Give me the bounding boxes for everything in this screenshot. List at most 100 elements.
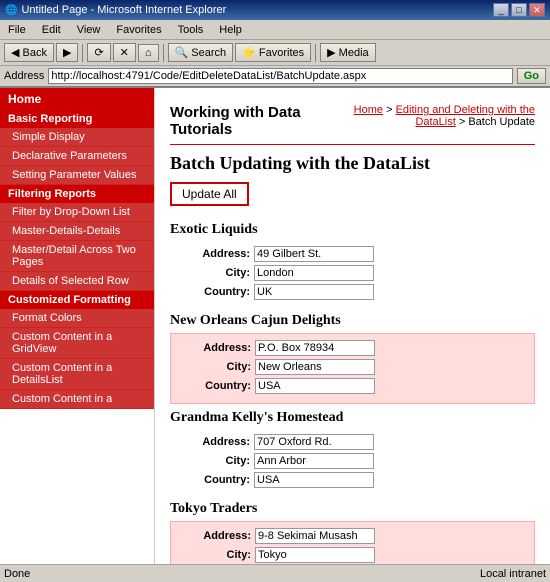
ie-icon: 🌐 <box>5 5 17 16</box>
breadcrumb-home[interactable]: Home <box>354 104 383 116</box>
country-input-3[interactable] <box>254 472 374 488</box>
address-input-2[interactable] <box>255 340 375 356</box>
supplier-block-3: Address: City: Country: <box>170 430 535 495</box>
sidebar-home[interactable]: Home <box>0 88 154 110</box>
go-button[interactable]: Go <box>517 68 546 84</box>
country-label-3: Country: <box>180 474 250 486</box>
supplier-block-2: Address: City: Country: <box>170 333 535 404</box>
sidebar-section-basic: Basic Reporting <box>0 110 154 128</box>
sidebar: Home Basic Reporting Simple Display Decl… <box>0 88 155 564</box>
address-label-4: Address: <box>181 530 251 542</box>
address-label: Address <box>4 70 44 82</box>
country-row-3: Country: <box>180 472 525 488</box>
menu-favorites[interactable]: Favorites <box>112 22 165 38</box>
country-row-1: Country: <box>180 284 525 300</box>
sidebar-item-master-details[interactable]: Master-Details-Details <box>0 222 154 241</box>
title-bar: 🌐 Untitled Page - Microsoft Internet Exp… <box>0 0 550 20</box>
page-title: Batch Updating with the DataList <box>170 153 535 174</box>
city-input-3[interactable] <box>254 453 374 469</box>
minimize-button[interactable]: _ <box>493 3 509 17</box>
country-input-1[interactable] <box>254 284 374 300</box>
city-label-4: City: <box>181 549 251 561</box>
sidebar-item-custom-gridview[interactable]: Custom Content in a GridView <box>0 328 154 359</box>
close-button[interactable]: ✕ <box>529 3 545 17</box>
toolbar-sep-1 <box>82 44 83 62</box>
sidebar-item-declarative-parameters[interactable]: Declarative Parameters <box>0 147 154 166</box>
address-label-3: Address: <box>180 436 250 448</box>
city-row-2: City: <box>181 359 524 375</box>
address-input-4[interactable] <box>255 528 375 544</box>
country-row-2: Country: <box>181 378 524 394</box>
address-input[interactable] <box>48 68 512 84</box>
supplier-block-4: Address: City: <box>170 521 535 564</box>
country-label-2: Country: <box>181 380 251 392</box>
city-row-4: City: <box>181 547 524 563</box>
menu-file[interactable]: File <box>4 22 30 38</box>
supplier-name-3: Grandma Kelly's Homestead <box>170 410 535 426</box>
site-title: Working with Data Tutorials <box>170 104 314 138</box>
city-input-1[interactable] <box>254 265 374 281</box>
country-label-1: Country: <box>180 286 250 298</box>
supplier-block-1: Address: City: Country: <box>170 242 535 307</box>
toolbar-sep-2 <box>163 44 164 62</box>
address-row-3: Address: <box>180 434 525 450</box>
country-input-2[interactable] <box>255 378 375 394</box>
page-header-area: Working with Data Tutorials Home > Editi… <box>170 98 535 145</box>
page-content: Home Basic Reporting Simple Display Decl… <box>0 88 550 564</box>
sidebar-item-selected-row[interactable]: Details of Selected Row <box>0 272 154 291</box>
supplier-name-4: Tokyo Traders <box>170 501 535 517</box>
supplier-name-1: Exotic Liquids <box>170 222 535 238</box>
menu-edit[interactable]: Edit <box>38 22 65 38</box>
address-bar: Address Go <box>0 66 550 88</box>
address-input-1[interactable] <box>254 246 374 262</box>
address-label-1: Address: <box>180 248 250 260</box>
sidebar-item-custom-detailsview[interactable]: Custom Content in a DetailsList <box>0 359 154 390</box>
window-controls[interactable]: _ □ ✕ <box>493 3 545 17</box>
toolbar-sep-3 <box>315 44 316 62</box>
city-label-1: City: <box>180 267 250 279</box>
city-row-3: City: <box>180 453 525 469</box>
menu-help[interactable]: Help <box>215 22 246 38</box>
stop-button[interactable]: ✕ <box>113 43 136 62</box>
forward-button[interactable]: ▶ <box>56 43 78 62</box>
city-input-4[interactable] <box>255 547 375 563</box>
window-title: Untitled Page - Microsoft Internet Explo… <box>21 4 226 16</box>
favorites-button[interactable]: ⭐ Favorites <box>235 43 311 62</box>
sidebar-section-formatting: Customized Formatting <box>0 291 154 309</box>
refresh-button[interactable]: ⟳ <box>87 43 110 62</box>
address-row-4: Address: <box>181 528 524 544</box>
back-button[interactable]: ◀ Back <box>4 43 54 62</box>
search-button[interactable]: 🔍 Search <box>168 43 234 62</box>
sidebar-item-master-detail-pages[interactable]: Master/Detail Across Two Pages <box>0 241 154 272</box>
address-label-2: Address: <box>181 342 251 354</box>
toolbar: ◀ Back ▶ ⟳ ✕ ⌂ 🔍 Search ⭐ Favorites ▶ Me… <box>0 40 550 66</box>
city-input-2[interactable] <box>255 359 375 375</box>
sidebar-item-setting-parameter[interactable]: Setting Parameter Values <box>0 166 154 185</box>
status-bar: Done Local intranet <box>0 564 550 582</box>
sidebar-item-format-colors[interactable]: Format Colors <box>0 309 154 328</box>
address-input-3[interactable] <box>254 434 374 450</box>
address-row-2: Address: <box>181 340 524 356</box>
maximize-button[interactable]: □ <box>511 3 527 17</box>
sidebar-item-custom-other[interactable]: Custom Content in a <box>0 390 154 409</box>
menu-view[interactable]: View <box>73 22 105 38</box>
menu-tools[interactable]: Tools <box>174 22 208 38</box>
sidebar-item-filter-dropdown[interactable]: Filter by Drop-Down List <box>0 203 154 222</box>
sidebar-item-simple-display[interactable]: Simple Display <box>0 128 154 147</box>
city-label-3: City: <box>180 455 250 467</box>
media-button[interactable]: ▶ Media <box>320 43 375 62</box>
city-label-2: City: <box>181 361 251 373</box>
main-content: Working with Data Tutorials Home > Editi… <box>155 88 550 564</box>
status-text: Done <box>4 568 30 580</box>
address-row-1: Address: <box>180 246 525 262</box>
supplier-name-2: New Orleans Cajun Delights <box>170 313 535 329</box>
city-row-1: City: <box>180 265 525 281</box>
sidebar-section-filtering: Filtering Reports <box>0 185 154 203</box>
home-button[interactable]: ⌂ <box>138 44 159 62</box>
zone-text: Local intranet <box>480 568 546 580</box>
update-all-button[interactable]: Update All <box>170 182 249 206</box>
title-bar-left: 🌐 Untitled Page - Microsoft Internet Exp… <box>5 4 226 16</box>
breadcrumb: Home > Editing and Deleting with the Dat… <box>314 104 535 128</box>
breadcrumb-current: Batch Update <box>468 116 535 128</box>
menu-bar: File Edit View Favorites Tools Help <box>0 20 550 40</box>
